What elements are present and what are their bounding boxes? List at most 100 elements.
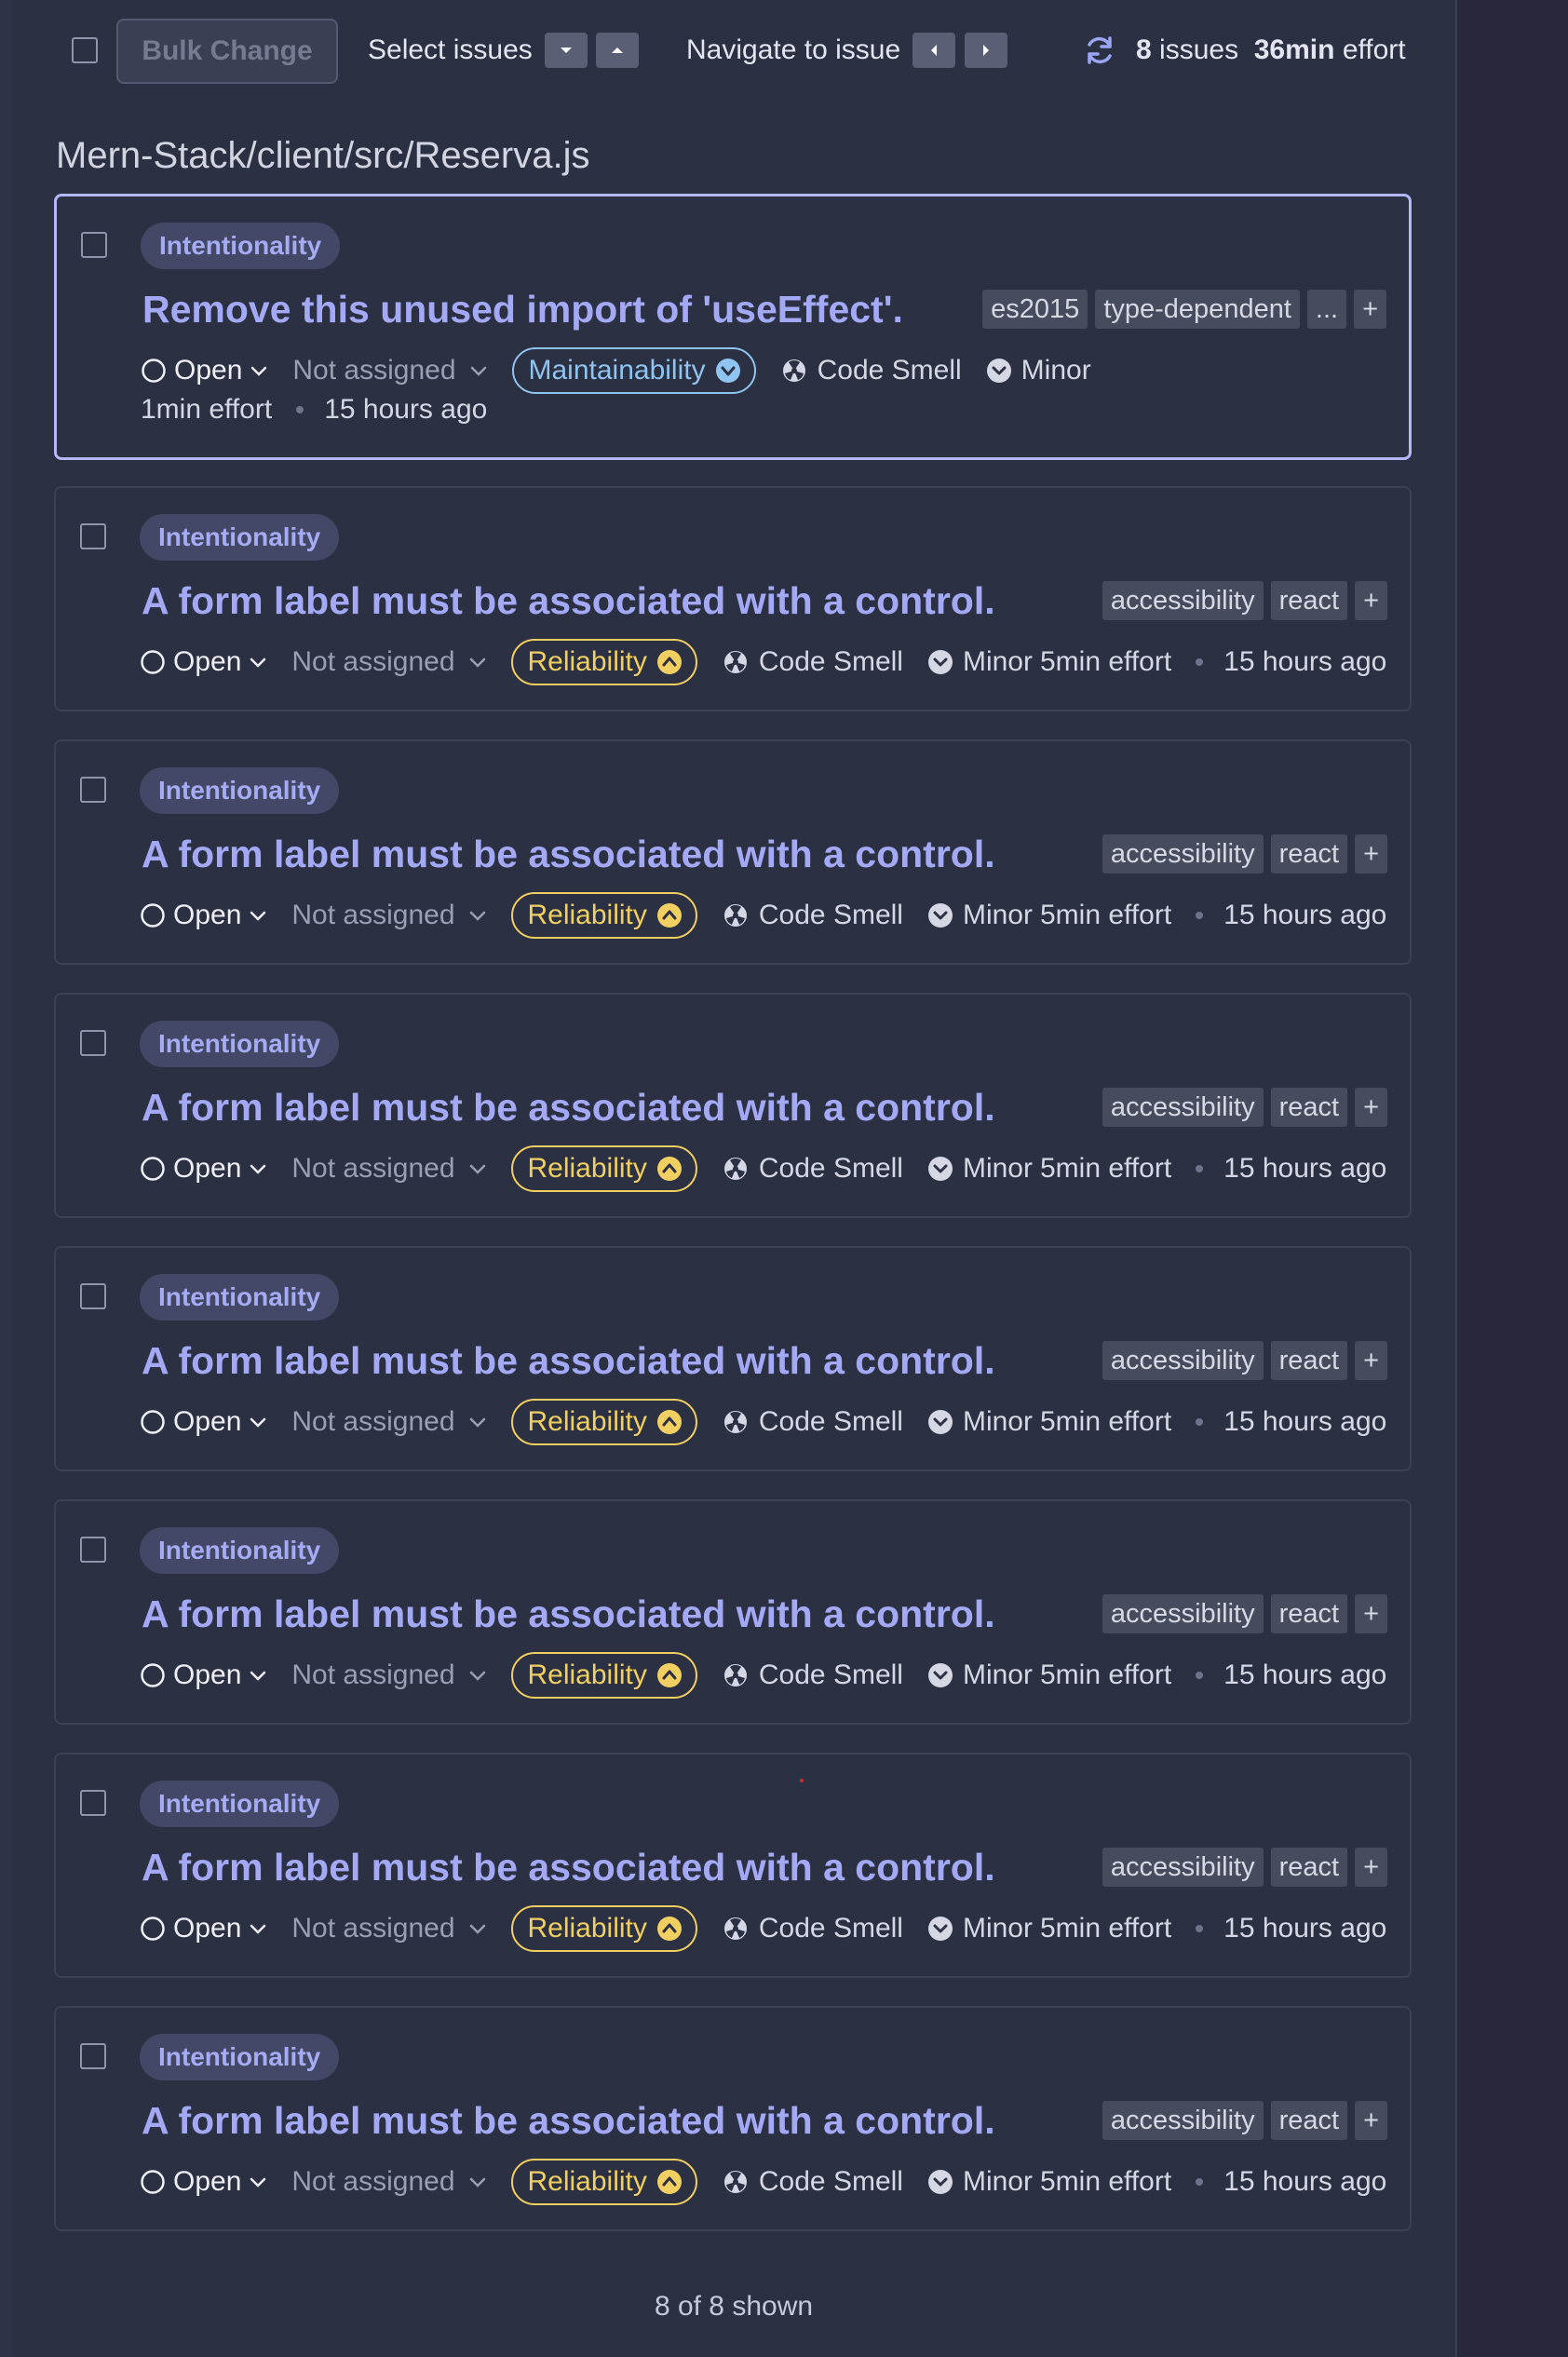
software-quality-label: Maintainability bbox=[528, 355, 706, 386]
status-dropdown[interactable]: Open bbox=[140, 2166, 267, 2198]
issue-checkbox[interactable] bbox=[80, 523, 106, 549]
issue-card[interactable]: Intentionality A form label must be assoc… bbox=[54, 739, 1412, 965]
software-quality-badge[interactable]: Reliability bbox=[510, 639, 697, 685]
issue-tag[interactable]: react bbox=[1270, 1088, 1348, 1127]
severity[interactable]: Minor bbox=[927, 2166, 1033, 2198]
status-dropdown[interactable]: Open bbox=[141, 355, 268, 386]
issue-title[interactable]: A form label must be associated with a c… bbox=[142, 1592, 995, 1636]
high-impact-icon bbox=[656, 1917, 682, 1941]
issue-card[interactable]: Intentionality A form label must be assoc… bbox=[54, 486, 1412, 711]
issue-tag[interactable]: react bbox=[1270, 2101, 1348, 2140]
issue-tag[interactable]: ... bbox=[1306, 290, 1347, 329]
add-tag-button[interactable]: + bbox=[1355, 581, 1387, 620]
issue-card[interactable]: Intentionality A form label must be assoc… bbox=[54, 2006, 1412, 2231]
issue-checkbox[interactable] bbox=[80, 1537, 106, 1563]
status-dropdown[interactable]: Open bbox=[140, 646, 267, 678]
severity[interactable]: Minor bbox=[927, 1913, 1033, 1944]
assignee-dropdown[interactable]: Not assigned bbox=[291, 2166, 486, 2198]
refresh-icon[interactable] bbox=[1083, 34, 1116, 67]
status-label: Open bbox=[173, 1659, 242, 1690]
add-tag-button[interactable]: + bbox=[1355, 834, 1387, 874]
status-dropdown[interactable]: Open bbox=[140, 900, 267, 931]
issue-tag[interactable]: accessibility bbox=[1102, 1594, 1264, 1633]
issue-title[interactable]: A form label must be associated with a c… bbox=[142, 833, 995, 876]
software-quality-label: Reliability bbox=[527, 2166, 647, 2197]
software-quality-badge[interactable]: Reliability bbox=[510, 892, 697, 939]
status-dropdown[interactable]: Open bbox=[140, 1659, 267, 1691]
software-quality-badge[interactable]: Reliability bbox=[510, 1652, 697, 1699]
issue-card[interactable]: Intentionality A form label must be assoc… bbox=[54, 1246, 1412, 1471]
software-quality-badge[interactable]: Reliability bbox=[510, 1145, 697, 1192]
clean-code-attribute-badge: Intentionality bbox=[140, 1781, 340, 1827]
issue-tag[interactable]: react bbox=[1270, 581, 1348, 620]
issue-tag[interactable]: accessibility bbox=[1102, 581, 1264, 620]
issue-checkbox[interactable] bbox=[80, 2043, 106, 2069]
assignee-dropdown[interactable]: Not assigned bbox=[291, 1406, 486, 1438]
issue-tag[interactable]: react bbox=[1270, 1594, 1348, 1633]
issue-title[interactable]: A form label must be associated with a c… bbox=[142, 2099, 995, 2143]
add-tag-button[interactable]: + bbox=[1355, 1088, 1387, 1127]
issue-tag[interactable]: react bbox=[1270, 834, 1348, 874]
issues-count: 8 bbox=[1136, 34, 1152, 65]
select-previous-issue-button[interactable] bbox=[596, 33, 639, 68]
severity[interactable]: Minor bbox=[927, 900, 1033, 931]
issue-tag[interactable]: react bbox=[1270, 1848, 1348, 1887]
issue-tag[interactable]: react bbox=[1270, 1341, 1348, 1380]
issue-tag[interactable]: accessibility bbox=[1102, 834, 1264, 874]
issue-checkbox[interactable] bbox=[81, 232, 107, 258]
status-dropdown[interactable]: Open bbox=[140, 1406, 267, 1438]
issue-tag[interactable]: type-dependent bbox=[1095, 290, 1300, 329]
issue-title[interactable]: A form label must be associated with a c… bbox=[142, 1339, 995, 1383]
select-all-checkbox[interactable] bbox=[72, 37, 98, 63]
severity[interactable]: Minor bbox=[927, 646, 1033, 678]
chevron-down-icon bbox=[250, 1417, 266, 1428]
add-tag-button[interactable]: + bbox=[1354, 290, 1386, 329]
software-quality-badge[interactable]: Reliability bbox=[510, 1399, 697, 1445]
issue-title[interactable]: A form label must be associated with a c… bbox=[142, 1846, 995, 1890]
separator-dot bbox=[1196, 658, 1204, 666]
assignee-dropdown[interactable]: Not assigned bbox=[291, 1659, 486, 1691]
severity[interactable]: Minor bbox=[927, 1406, 1033, 1438]
software-quality-badge[interactable]: Reliability bbox=[510, 1905, 697, 1952]
add-tag-button[interactable]: + bbox=[1355, 2101, 1387, 2140]
issue-card[interactable]: Intentionality A form label must be assoc… bbox=[54, 1753, 1412, 1978]
next-issue-button[interactable] bbox=[965, 33, 1007, 68]
issue-card[interactable]: Intentionality Remove this unused import … bbox=[54, 194, 1412, 460]
shown-count: 8 of 8 shown bbox=[654, 2291, 814, 2322]
severity[interactable]: Minor bbox=[986, 355, 1091, 386]
issue-tag[interactable]: accessibility bbox=[1102, 1088, 1264, 1127]
add-tag-button[interactable]: + bbox=[1355, 1594, 1387, 1633]
assignee-dropdown[interactable]: Not assigned bbox=[292, 355, 487, 386]
assignee-dropdown[interactable]: Not assigned bbox=[291, 646, 486, 678]
issue-title[interactable]: A form label must be associated with a c… bbox=[142, 1086, 995, 1130]
bulk-change-button[interactable]: Bulk Change bbox=[116, 19, 338, 84]
software-quality-badge[interactable]: Maintainability bbox=[511, 347, 756, 394]
status-dropdown[interactable]: Open bbox=[140, 1913, 267, 1944]
issue-card[interactable]: Intentionality A form label must be assoc… bbox=[54, 993, 1412, 1218]
select-next-issue-button[interactable] bbox=[545, 33, 588, 68]
software-quality-badge[interactable]: Reliability bbox=[510, 2159, 697, 2205]
add-tag-button[interactable]: + bbox=[1355, 1848, 1387, 1887]
issue-checkbox[interactable] bbox=[80, 1790, 106, 1816]
issue-title[interactable]: Remove this unused import of 'useEffect'… bbox=[142, 288, 903, 332]
issue-checkbox[interactable] bbox=[80, 1283, 106, 1309]
previous-issue-button[interactable] bbox=[912, 33, 955, 68]
chevron-down-icon bbox=[469, 2177, 485, 2188]
issue-tag[interactable]: accessibility bbox=[1102, 1848, 1264, 1887]
issue-title[interactable]: A form label must be associated with a c… bbox=[142, 579, 995, 623]
age-label: 15 hours ago bbox=[1223, 1913, 1387, 1944]
assignee-dropdown[interactable]: Not assigned bbox=[291, 1153, 486, 1185]
issue-checkbox[interactable] bbox=[80, 777, 106, 803]
high-impact-icon bbox=[656, 650, 682, 674]
issue-tag[interactable]: es2015 bbox=[982, 290, 1088, 329]
severity[interactable]: Minor bbox=[927, 1153, 1033, 1185]
issue-card[interactable]: Intentionality A form label must be assoc… bbox=[54, 1499, 1412, 1725]
issue-checkbox[interactable] bbox=[80, 1030, 106, 1056]
issue-tag[interactable]: accessibility bbox=[1102, 2101, 1264, 2140]
assignee-dropdown[interactable]: Not assigned bbox=[291, 900, 486, 931]
issue-tag[interactable]: accessibility bbox=[1102, 1341, 1264, 1380]
severity[interactable]: Minor bbox=[927, 1659, 1033, 1691]
assignee-dropdown[interactable]: Not assigned bbox=[291, 1913, 486, 1944]
add-tag-button[interactable]: + bbox=[1355, 1341, 1387, 1380]
status-dropdown[interactable]: Open bbox=[140, 1153, 267, 1185]
